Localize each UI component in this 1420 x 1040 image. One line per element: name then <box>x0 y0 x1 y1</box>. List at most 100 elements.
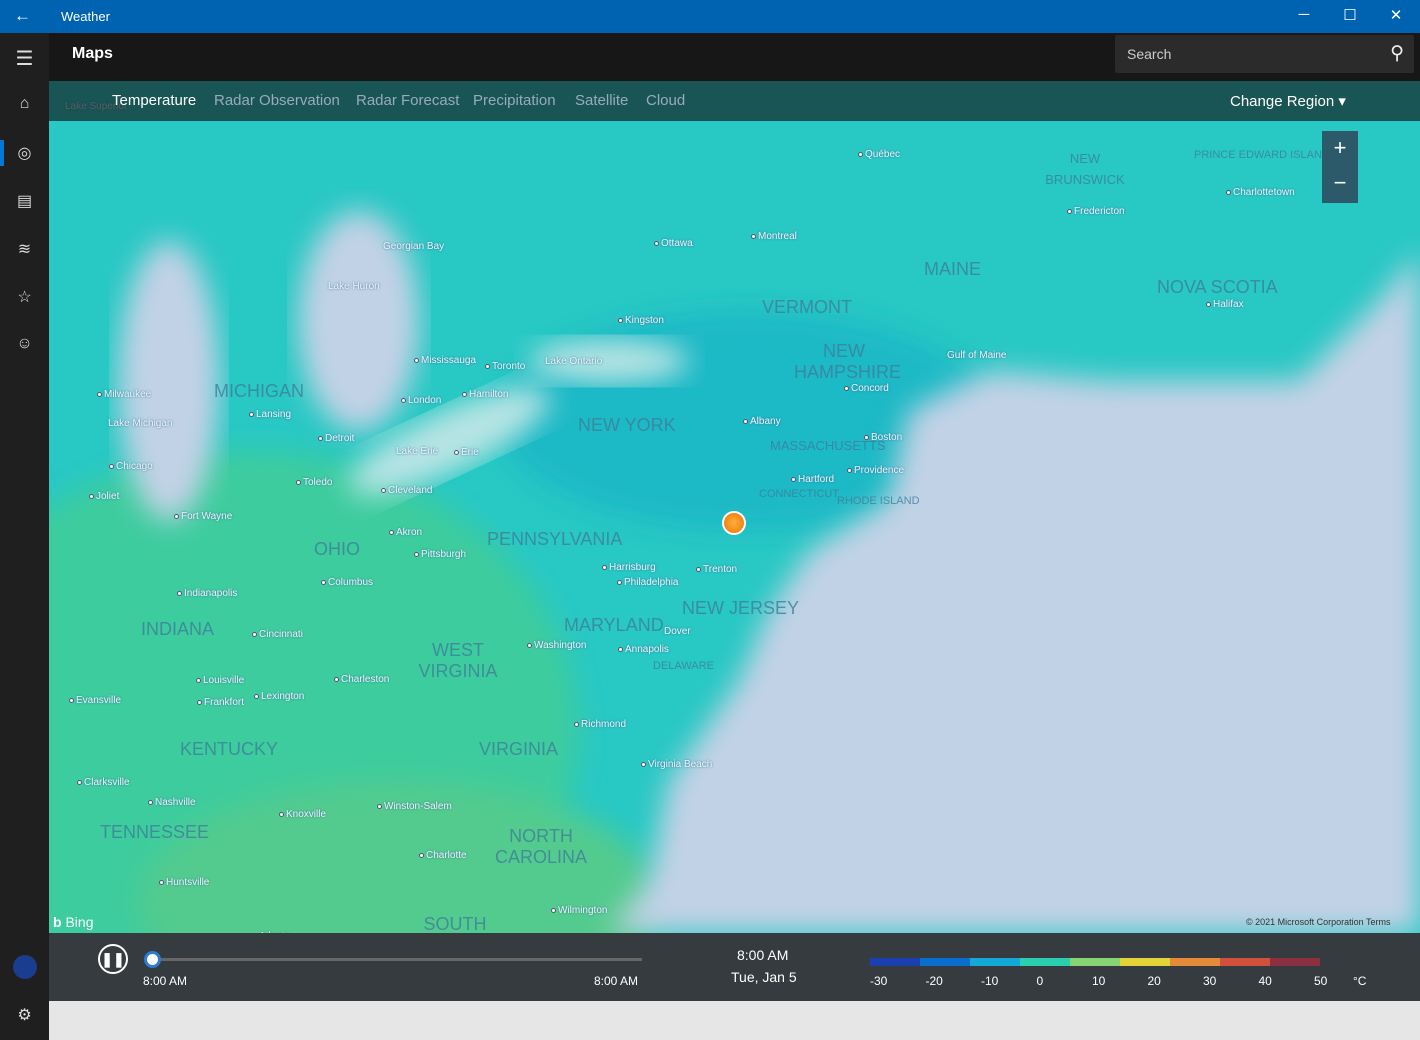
legend-swatch <box>1020 958 1070 966</box>
place-name: Charleston <box>341 674 390 685</box>
city-dot-icon <box>279 812 284 817</box>
place-label: Lexington <box>254 691 304 702</box>
tab-cloud[interactable]: Cloud <box>646 92 685 109</box>
city-dot-icon <box>743 419 748 424</box>
timeline-slider[interactable] <box>145 958 642 961</box>
place-label: Charlottetown <box>1226 187 1295 198</box>
legend-swatch <box>1170 958 1220 966</box>
place-name: Indianapolis <box>184 588 238 599</box>
place-label: Detroit <box>318 433 354 444</box>
feedback-smiley-icon[interactable]: ☺ <box>0 335 49 353</box>
place-label: Washington <box>527 640 586 651</box>
weather-map[interactable]: Temperature Radar Observation Radar Fore… <box>49 81 1420 933</box>
place-name: Winston-Salem <box>384 801 452 812</box>
current-date: Tue, Jan 5 <box>731 969 797 985</box>
change-region-dropdown[interactable]: Change Region ▾ <box>1230 92 1346 110</box>
place-label: Toronto <box>485 361 525 372</box>
place-label: Albany <box>743 416 781 427</box>
city-dot-icon <box>249 412 254 417</box>
place-name: Kingston <box>625 315 664 326</box>
maximize-button[interactable]: ☐ <box>1327 6 1373 24</box>
state-label: MICHIGAN <box>214 381 304 401</box>
legend-swatch <box>870 958 920 966</box>
hamburger-menu-icon[interactable]: ☰ <box>0 46 49 71</box>
city-dot-icon <box>89 494 94 499</box>
city-dot-icon <box>618 318 623 323</box>
terms-link[interactable]: Terms <box>1366 917 1391 927</box>
place-name: Clarksville <box>84 777 130 788</box>
place-name: Hamilton <box>469 389 509 400</box>
state-label: NEW HAMPSHIRE <box>794 341 902 382</box>
city-dot-icon <box>618 647 623 652</box>
place-label: Fredericton <box>1067 206 1125 217</box>
city-dot-icon <box>1226 190 1231 195</box>
place-name: Harrisburg <box>609 562 656 573</box>
search-icon[interactable]: ⚲ <box>1390 42 1404 65</box>
place-name: Richmond <box>581 719 627 730</box>
map-background <box>49 81 1420 933</box>
tab-satellite[interactable]: Satellite <box>575 92 628 109</box>
historical-chart-icon[interactable]: ≋ <box>0 239 49 259</box>
place-label: Halifax <box>1206 299 1244 310</box>
account-avatar[interactable] <box>0 955 49 984</box>
favorites-icon[interactable]: ☆ <box>0 287 49 307</box>
zoom-out-button[interactable]: − <box>1322 167 1358 203</box>
state-label: CONNECTICUT <box>759 488 840 500</box>
legend-tick: -30 <box>870 974 888 988</box>
place-label: Providence <box>847 465 904 476</box>
place-name: Louisville <box>203 675 245 686</box>
place-label: Cincinnati <box>252 629 303 640</box>
state-label: KENTUCKY <box>180 739 279 759</box>
search-placeholder: Search <box>1127 46 1172 62</box>
city-dot-icon <box>318 436 323 441</box>
place-label: Joliet <box>89 491 119 502</box>
search-input[interactable]: Search ⚲ <box>1115 35 1414 73</box>
place-name: Lansing <box>256 409 292 420</box>
timeline-end: 8:00 AM <box>594 974 639 988</box>
city-dot-icon <box>485 364 490 369</box>
legend-tick: 10 <box>1092 974 1106 988</box>
legend-tick: 40 <box>1258 974 1272 988</box>
place-name: Lake Michigan <box>108 418 173 429</box>
legend-unit: °C <box>1353 974 1367 988</box>
maps-radar-icon[interactable]: ◎ <box>0 143 49 163</box>
tab-radar-observation[interactable]: Radar Observation <box>214 92 340 109</box>
place-label: Hamilton <box>462 389 508 400</box>
state-label: INDIANA <box>141 619 215 639</box>
place-name: Albany <box>750 416 781 427</box>
place-name: Toledo <box>303 477 333 488</box>
timeline-thumb[interactable] <box>144 951 161 968</box>
city-dot-icon <box>148 800 153 805</box>
place-name: Detroit <box>325 433 355 444</box>
city-dot-icon <box>97 392 102 397</box>
news-icon[interactable]: ▤ <box>0 191 49 211</box>
city-dot-icon <box>69 698 74 703</box>
legend-tick: -10 <box>981 974 999 988</box>
state-label: NEW JERSEY <box>682 598 800 618</box>
close-button[interactable]: ✕ <box>1373 6 1419 24</box>
tab-temperature[interactable]: Temperature <box>112 92 196 109</box>
minimize-button[interactable]: ─ <box>1281 6 1327 23</box>
home-icon[interactable]: ⌂ <box>0 95 49 113</box>
city-dot-icon <box>551 908 556 913</box>
place-name: Gulf of Maine <box>947 350 1007 361</box>
location-pin-icon[interactable] <box>722 511 746 535</box>
tab-radar-forecast[interactable]: Radar Forecast <box>356 92 459 109</box>
zoom-in-button[interactable]: + <box>1322 131 1358 167</box>
settings-gear-icon[interactable]: ⚙ <box>0 1005 49 1025</box>
state-label: RHODE ISLAND <box>837 495 920 507</box>
legend-swatch <box>1070 958 1120 966</box>
city-dot-icon <box>462 392 467 397</box>
place-label: Lake Michigan <box>108 418 172 429</box>
pause-button[interactable]: ❚❚ <box>98 944 128 974</box>
place-name: Dover <box>664 626 691 637</box>
city-dot-icon <box>321 580 326 585</box>
back-button[interactable]: ← <box>14 6 31 26</box>
legend-swatch <box>970 958 1020 966</box>
copyright: © 2021 Microsoft Corporation <box>1246 917 1364 927</box>
legend-swatch <box>1120 958 1170 966</box>
legend-tick: 0 <box>1036 974 1044 988</box>
place-name: Columbus <box>328 577 374 588</box>
tab-precipitation[interactable]: Precipitation <box>473 92 556 109</box>
place-name: Cincinnati <box>259 629 303 640</box>
